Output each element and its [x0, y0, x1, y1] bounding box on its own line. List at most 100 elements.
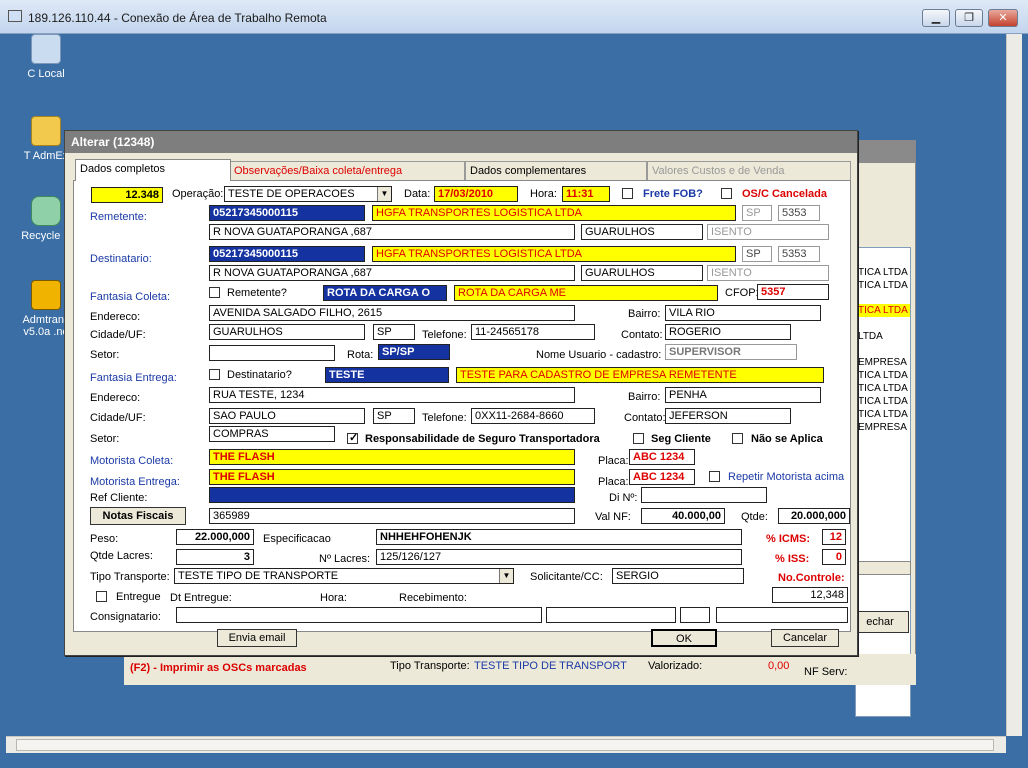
nocontrole-field[interactable]: 12,348 [772, 587, 848, 603]
n-lacres-field[interactable]: 125/126/127 [376, 549, 742, 565]
destinatario-cod[interactable]: 5353 [778, 246, 820, 262]
tab-valores[interactable]: Valores Custos e de Venda [647, 161, 851, 180]
rota-coleta-me-field[interactable]: ROTA DA CARGA ME [454, 285, 718, 301]
qtde-field[interactable]: 20.000,000 [778, 508, 850, 524]
tab-dados-complementares[interactable]: Dados complementares [465, 161, 647, 180]
chevron-down-icon[interactable]: ▼ [499, 569, 513, 583]
entrega-bairro[interactable]: PENHA [665, 387, 821, 403]
remetente-cnpj[interactable]: 05217345000115 [209, 205, 365, 221]
remetente-checkbox[interactable] [209, 287, 220, 298]
desktop-icon-c-local[interactable]: C Local [11, 34, 81, 80]
qtde-lacres-field[interactable]: 3 [176, 549, 254, 565]
vertical-scrollbar[interactable] [1006, 34, 1022, 736]
coleta-telefone[interactable]: 11-24565178 [471, 324, 595, 340]
placa-coleta-field[interactable]: ABC 1234 [629, 449, 695, 465]
di-field[interactable] [641, 487, 767, 503]
consignatario-field-2[interactable] [546, 607, 676, 623]
maximize-button[interactable]: ❐ [955, 9, 983, 27]
hora-field[interactable]: 11:31 [562, 186, 610, 202]
ok-button[interactable]: OK [651, 629, 717, 647]
minimize-button[interactable]: ▁ [922, 9, 950, 27]
numero-field[interactable]: 12.348 [91, 187, 163, 203]
destinatario-ie[interactable]: ISENTO [707, 265, 829, 281]
placa-entrega-field[interactable]: ABC 1234 [629, 469, 695, 485]
consignatario-field-3[interactable] [680, 607, 710, 623]
icms-field[interactable]: 12 [822, 529, 846, 545]
tab-observacoes[interactable]: Observações/Baixa coleta/entrega [229, 161, 465, 180]
entrega-cidade[interactable]: SAO PAULO [209, 408, 365, 424]
tipo-transporte-select[interactable]: TESTE TIPO DE TRANSPORTE ▼ [174, 568, 514, 584]
chevron-down-icon[interactable]: ▼ [377, 187, 391, 201]
frete-fob-checkbox[interactable] [622, 188, 633, 199]
entrega-contato[interactable]: JEFERSON [665, 408, 791, 424]
envia-email-button[interactable]: Envia email [217, 629, 297, 647]
coleta-uf[interactable]: SP [373, 324, 415, 340]
ref-cliente-field[interactable] [209, 487, 575, 503]
motorista-coleta-field[interactable]: THE FLASH [209, 449, 575, 465]
resp-seguro-checkbox[interactable] [347, 431, 358, 444]
destinatario-checkbox[interactable] [209, 369, 220, 380]
rota-field[interactable]: SP/SP [378, 344, 450, 360]
nao-aplica-checkbox[interactable] [732, 433, 743, 444]
entrega-uf[interactable]: SP [373, 408, 415, 424]
background-list[interactable]: TICA LTDA TICA LTDA TICA LTDA LTDA EMPRE… [855, 247, 911, 717]
iss-field[interactable]: 0 [822, 549, 846, 565]
tab-dados-completos[interactable]: Dados completos [75, 159, 231, 181]
entregue-checkbox[interactable] [96, 591, 107, 602]
peso-field[interactable]: 22.000,000 [176, 529, 254, 545]
destinatario-uf[interactable]: SP [742, 246, 772, 262]
scroll-thumb[interactable] [16, 739, 994, 751]
especificacao-field[interactable]: NHHEHFOHENJK [376, 529, 742, 545]
cfop-field[interactable]: 5357 [757, 284, 829, 300]
repetir-motorista-checkbox[interactable] [709, 471, 720, 482]
destinatario-cidade[interactable]: GUARULHOS [581, 265, 703, 281]
remetente-ie[interactable]: ISENTO [707, 224, 829, 240]
entrega-setor[interactable]: COMPRAS [209, 426, 335, 442]
seg-cliente-checkbox[interactable] [633, 433, 644, 444]
destinatario-nome[interactable]: HGFA TRANSPORTES LOGISTICA LTDA [372, 246, 736, 262]
entrega-telefone[interactable]: 0XX11-2684-8660 [471, 408, 595, 424]
horizontal-scrollbar[interactable] [6, 736, 1006, 753]
list-item[interactable]: TICA LTDA [858, 304, 910, 317]
entrega-fantasia[interactable]: TESTE [325, 367, 449, 383]
remetente-cod[interactable]: 5353 [778, 205, 820, 221]
remetente-cidade[interactable]: GUARULHOS [581, 224, 703, 240]
entrega-fantasia-long[interactable]: TESTE PARA CADASTRO DE EMPRESA REMETENTE [456, 367, 824, 383]
osc-cancelada-checkbox[interactable] [721, 188, 732, 199]
close-button[interactable]: ✕ [988, 9, 1018, 27]
list-item[interactable]: TICA LTDA [858, 408, 910, 421]
list-item[interactable]: TICA LTDA [858, 279, 910, 292]
list-item[interactable]: TICA LTDA [858, 266, 910, 279]
list-item[interactable]: EMPRESA [858, 356, 910, 369]
cancelar-button[interactable]: Cancelar [771, 629, 839, 647]
operacao-select[interactable]: TESTE DE OPERACOES ▼ [224, 186, 392, 202]
list-item[interactable]: TICA LTDA [858, 369, 910, 382]
remetente-endereco[interactable]: R NOVA GUATAPORANGA ,687 [209, 224, 575, 240]
solicitante-field[interactable]: SERGIO [612, 568, 744, 584]
rota-coleta-field[interactable]: ROTA DA CARGA O [323, 285, 447, 301]
destinatario-cnpj[interactable]: 05217345000115 [209, 246, 365, 262]
coleta-setor[interactable] [209, 345, 335, 361]
coleta-cidade[interactable]: GUARULHOS [209, 324, 365, 340]
nome-usuario-field[interactable]: SUPERVISOR [665, 344, 797, 360]
valnf-field[interactable]: 40.000,00 [641, 508, 725, 524]
list-item[interactable]: LTDA [858, 330, 910, 343]
notas-fiscais-button[interactable]: Notas Fiscais [90, 507, 186, 525]
remetente-nome[interactable]: HGFA TRANSPORTES LOGISTICA LTDA [372, 205, 736, 221]
consignatario-field-4[interactable] [716, 607, 848, 623]
back-scrollbar[interactable] [855, 561, 911, 575]
motorista-entrega-field[interactable]: THE FLASH [209, 469, 575, 485]
coleta-endereco[interactable]: AVENIDA SALGADO FILHO, 2615 [209, 305, 575, 321]
fechar-button[interactable]: echar [851, 611, 909, 633]
remetente-uf[interactable]: SP [742, 205, 772, 221]
list-item[interactable]: EMPRESA [858, 421, 910, 434]
data-field[interactable]: 17/03/2010 [434, 186, 518, 202]
coleta-contato[interactable]: ROGERIO [665, 324, 791, 340]
notas-field[interactable]: 365989 [209, 508, 575, 524]
list-item[interactable]: TICA LTDA [858, 395, 910, 408]
consignatario-field[interactable] [176, 607, 542, 623]
entrega-endereco[interactable]: RUA TESTE, 1234 [209, 387, 575, 403]
list-item[interactable]: TICA LTDA [858, 382, 910, 395]
destinatario-endereco[interactable]: R NOVA GUATAPORANGA ,687 [209, 265, 575, 281]
coleta-bairro[interactable]: VILA RIO [665, 305, 821, 321]
